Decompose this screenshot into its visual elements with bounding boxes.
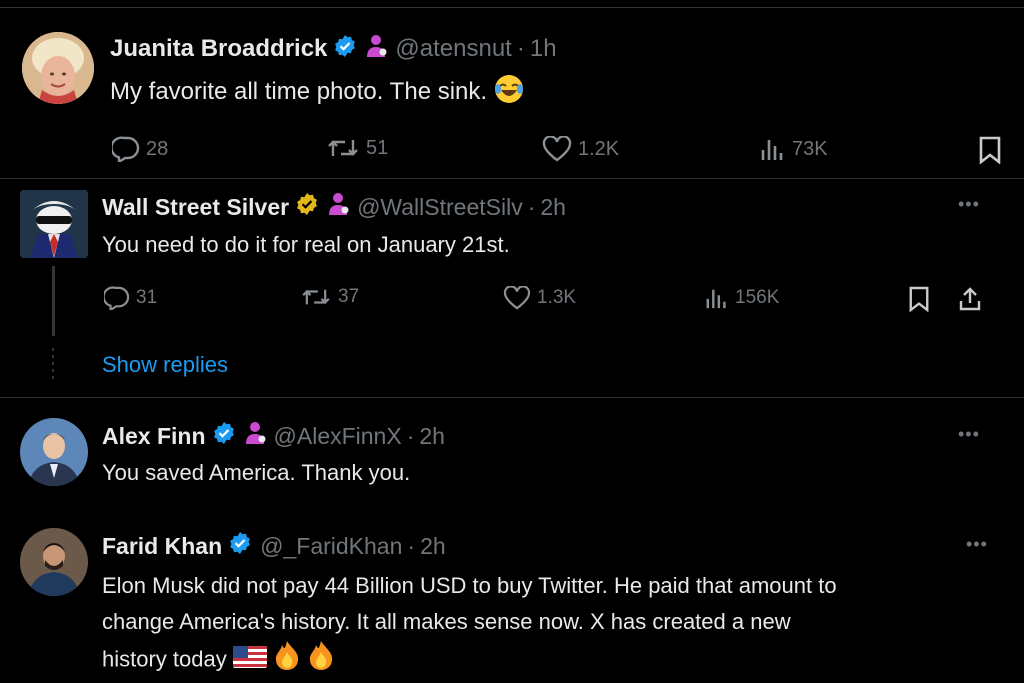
separator-dot: · [406,422,415,449]
repost-count: 37 [338,286,360,307]
tweet-juanita[interactable]: Juanita Broaddrick @atensnut · 1h My fav… [0,0,1024,175]
action-bar: 31 37 1.3K 156K [0,286,1024,316]
avatar-image [20,528,88,596]
affiliate-icon [365,34,387,65]
tweet-alexfinn[interactable]: Alex Finn @AlexFinnX · 2h ••• You saved … [0,400,1024,510]
repost-icon [328,140,358,156]
like-icon [503,286,531,310]
like-button[interactable]: 1.3K [503,286,576,310]
author-name[interactable]: Farid Khan [102,533,222,560]
us-flag-icon [232,643,267,679]
share-button[interactable] [958,286,982,312]
reply-count: 31 [136,287,158,308]
views-icon [761,140,783,160]
avatar[interactable] [20,528,88,596]
views-button[interactable]: 73K [760,136,828,162]
verified-icon [212,421,236,451]
tweet-header: Alex Finn @AlexFinnX · 2h [102,421,445,451]
affiliate-icon [327,192,349,222]
tweet-text: My favorite all time photo. The sink. [110,74,524,111]
joy-emoji-icon [494,74,524,111]
timestamp[interactable]: 2h [420,533,446,560]
tweet-faridkhan[interactable]: Farid Khan @_FaridKhan · 2h ••• Elon Mus… [0,510,1024,683]
reply-button[interactable]: 28 [112,136,168,162]
action-bar: 28 51 1.2K 73K [0,136,1024,166]
more-icon[interactable]: ••• [958,194,980,215]
repost-button[interactable]: 51 [326,136,388,160]
views-count: 73K [792,137,828,160]
views-button[interactable]: 156K [705,286,779,310]
author-name[interactable]: Wall Street Silver [102,194,289,221]
tweet-header: Farid Khan @_FaridKhan · 2h [102,531,446,561]
thread-dots [52,348,54,382]
separator-dot: · [407,532,416,559]
affiliate-icon [244,421,266,451]
tweet-header: Juanita Broaddrick @atensnut · 1h [110,34,557,64]
reply-icon [112,136,140,162]
tweet-wallstreetsilver[interactable]: Wall Street Silver @WallStreetSilv · 2h … [0,180,1024,395]
avatar-image [20,190,88,258]
repost-count: 51 [366,136,389,159]
avatar[interactable] [20,418,88,486]
fire-icon [307,640,335,681]
timestamp[interactable]: 1h [530,35,557,63]
tweet-text: Elon Musk did not pay 44 Billion USD to … [102,568,1012,681]
tweet-text: You saved America. Thank you. [102,460,411,485]
author-handle[interactable]: @_FaridKhan [260,533,402,560]
author-handle[interactable]: @AlexFinnX [274,423,402,450]
author-name[interactable]: Juanita Broaddrick [110,35,327,63]
tweet-text-line: Elon Musk did not pay 44 Billion USD to … [102,573,837,598]
author-handle[interactable]: @atensnut [395,35,511,63]
reply-count: 28 [146,137,169,160]
like-count: 1.3K [537,287,577,308]
like-icon [542,136,572,162]
share-icon [959,287,981,311]
avatar[interactable] [20,190,88,258]
reply-icon [104,286,130,310]
tweet-text-line: change America's history. It all makes s… [102,609,791,634]
separator-dot: · [527,193,536,220]
bookmark-button[interactable] [908,286,930,312]
avatar[interactable] [22,32,94,104]
verified-gold-icon [295,192,319,222]
author-handle[interactable]: @WallStreetSilv [357,194,523,221]
timestamp[interactable]: 2h [540,194,566,221]
more-icon[interactable]: ••• [958,424,980,445]
repost-button[interactable]: 37 [300,286,359,308]
verified-icon [228,531,252,561]
separator-dot: · [516,35,525,62]
author-name[interactable]: Alex Finn [102,423,206,450]
avatar-image [20,418,88,486]
like-count: 1.2K [578,137,620,160]
tweet-text-content: My favorite all time photo. The sink. [110,77,488,105]
tweet-header: Wall Street Silver @WallStreetSilv · 2h [102,192,566,222]
tweet-text: You need to do it for real on January 21… [102,232,510,257]
bookmark-button[interactable] [978,136,1002,164]
show-replies-link[interactable]: Show replies [102,352,228,378]
verified-icon [333,34,357,65]
tweet-text-line-content: history today [102,646,227,672]
views-count: 156K [735,287,780,308]
repost-icon [302,289,330,305]
like-button[interactable]: 1.2K [542,136,619,162]
reply-button[interactable]: 31 [104,286,157,310]
bookmark-icon [909,286,929,312]
divider [0,397,1024,398]
avatar-image [22,32,94,104]
fire-icon [273,640,301,681]
views-icon [706,289,726,309]
tweet-text-line: history today [102,640,1012,681]
bookmark-icon [979,136,1001,164]
more-icon[interactable]: ••• [966,534,988,555]
timestamp[interactable]: 2h [419,423,445,450]
divider [0,178,1024,179]
